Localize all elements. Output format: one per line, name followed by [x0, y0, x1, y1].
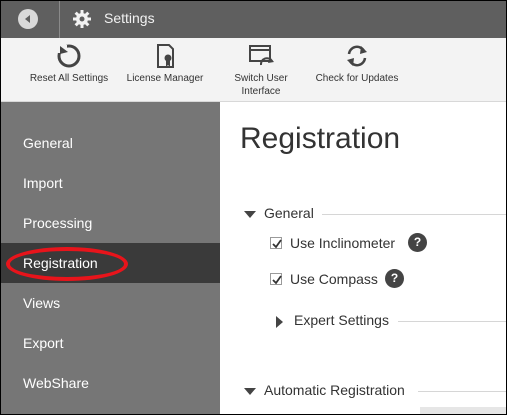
toolbar-label: License Manager [126, 73, 204, 84]
toolbar: Reset All Settings License Manager Switc… [1, 38, 506, 102]
use-compass-checkbox[interactable] [270, 273, 282, 285]
title-divider [59, 1, 60, 38]
sidebar-item-label: Import [23, 175, 63, 191]
license-manager-button[interactable]: License Manager [121, 38, 209, 100]
sidebar-item-label: Views [23, 295, 61, 311]
sidebar-item-label: Export [23, 335, 64, 351]
help-icon[interactable]: ? [385, 269, 404, 288]
check-for-updates-button[interactable]: Check for Updates [309, 38, 405, 100]
section-label: General [264, 205, 314, 221]
section-label: Expert Settings [294, 312, 389, 328]
check-icon [272, 239, 282, 249]
sidebar-item-webshare[interactable]: WebShare [1, 363, 220, 403]
section-divider [322, 214, 506, 215]
sidebar-item-general[interactable]: General [1, 123, 220, 163]
section-label: Automatic Registration [264, 382, 405, 398]
chevron-right-icon [276, 316, 283, 328]
reset-icon [57, 44, 81, 68]
chevron-down-icon [244, 211, 256, 218]
use-inclinometer-checkbox[interactable] [270, 237, 282, 249]
help-icon[interactable]: ? [408, 233, 427, 252]
section-divider [398, 321, 506, 322]
sidebar-item-import[interactable]: Import [1, 163, 220, 203]
reset-all-settings-button[interactable]: Reset All Settings [23, 38, 115, 100]
refresh-icon [347, 45, 367, 67]
use-inclinometer-label: Use Inclinometer [290, 235, 396, 251]
section-divider [418, 391, 506, 392]
toolbar-label: Switch User Interface [234, 73, 288, 97]
settings-window: Settings Reset All Settings License Mana… [0, 0, 507, 415]
sidebar: General Import Processing Registration V… [1, 102, 220, 414]
sidebar-item-export[interactable]: Export [1, 323, 220, 363]
switch-ui-icon [249, 45, 274, 66]
sidebar-item-registration[interactable]: Registration [1, 243, 220, 283]
sidebar-item-label: Processing [23, 215, 93, 231]
sidebar-item-label: WebShare [23, 375, 89, 391]
back-button[interactable] [18, 9, 38, 29]
sidebar-item-label: General [23, 135, 73, 151]
back-arrow-icon [25, 15, 30, 23]
use-compass-label: Use Compass [290, 271, 378, 287]
sidebar-item-label: Registration [23, 255, 98, 271]
chevron-down-icon [244, 388, 256, 395]
gear-icon [73, 10, 91, 28]
license-icon [157, 44, 174, 68]
toolbar-label: Check for Updates [315, 73, 399, 84]
page-title: Registration [240, 122, 401, 155]
check-icon [272, 275, 282, 285]
switch-user-interface-button[interactable]: Switch User Interface [221, 38, 301, 100]
window-title: Settings [104, 10, 155, 26]
sidebar-item-views[interactable]: Views [1, 283, 220, 323]
main-panel: Registration General Use Inclinometer ? … [220, 102, 506, 414]
title-bar: Settings [1, 1, 506, 38]
content-edge [420, 407, 506, 414]
toolbar-label: Reset All Settings [29, 73, 109, 84]
sidebar-item-processing[interactable]: Processing [1, 203, 220, 243]
